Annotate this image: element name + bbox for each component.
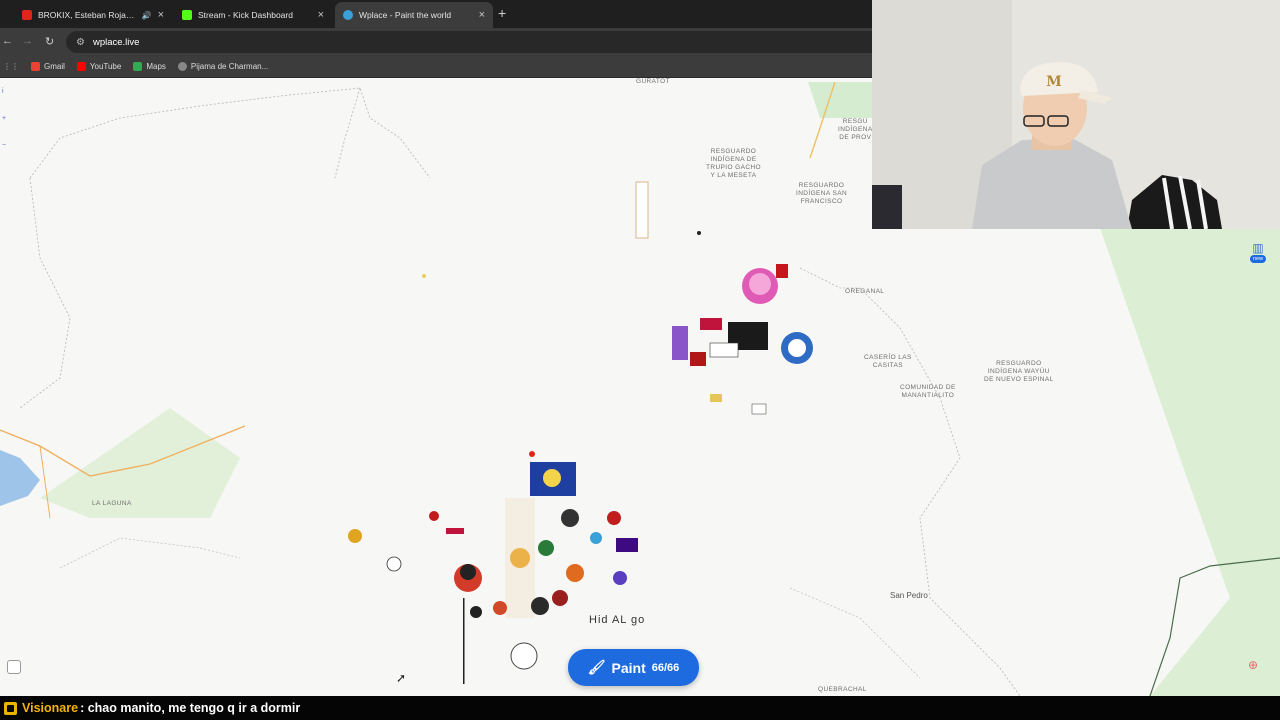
minus-icon[interactable]: − (2, 142, 10, 149)
bookmark-label: Pijama de Charman... (190, 62, 269, 71)
left-edge-tools: i + − (0, 88, 10, 169)
pixel-art-tower (635, 181, 649, 239)
address-bar[interactable]: ⚙ wplace.live (66, 31, 872, 53)
gmail-icon (31, 62, 40, 71)
bookmarks-bar: ⋮⋮ Gmail YouTube Maps Pijama de Charman.… (0, 56, 872, 78)
forward-icon[interactable]: → (22, 35, 33, 47)
boundary-line (799, 267, 860, 289)
bookmark-maps[interactable]: Maps (133, 62, 166, 71)
place-label-la-laguna: LA LAGUNA (92, 500, 132, 507)
park-area (808, 82, 872, 118)
webcam-overlay: M (872, 0, 1280, 229)
tab-label: Stream - Kick Dashboard (198, 10, 293, 20)
paint-label: Paint (611, 659, 646, 676)
paint-charges: 66/66 (651, 661, 680, 674)
kick-favicon-icon (182, 10, 192, 20)
url-text: wplace.live (92, 36, 140, 48)
chat-username: Visionare (22, 701, 79, 715)
place-label-las-casitas: CASERÍO LAS CASITAS (864, 354, 912, 369)
close-tab-icon[interactable]: × (479, 9, 485, 21)
boundary-line (29, 87, 431, 179)
bookmark-label: Maps (146, 62, 166, 71)
boundary-line (59, 537, 241, 569)
place-label-oreganal: OREGANAL (845, 288, 885, 295)
new-tab-icon[interactable]: + (498, 6, 506, 20)
brush-icon: 🖌 (587, 659, 606, 675)
wplace-favicon-icon (343, 10, 353, 20)
site-info-icon[interactable]: ⚙ (76, 37, 85, 48)
screen: BROKIX, Esteban Rojas, Feid 🔊 × Stream -… (0, 0, 1280, 720)
leaderboard-button[interactable]: ▥ new (1246, 242, 1270, 266)
tab-wplace[interactable]: Wplace - Paint the world × (335, 2, 493, 28)
bookmark-label: Gmail (44, 62, 65, 71)
bookmark-pijama[interactable]: Pijama de Charman... (177, 62, 269, 71)
boundary-line (19, 177, 71, 409)
stream-chat-overlay: Visionare : chao manito, me tengo q ir a… (0, 696, 1280, 720)
layers-icon[interactable] (7, 660, 21, 674)
new-badge: new (1249, 255, 1267, 263)
boundary-line (334, 87, 361, 179)
park-area (1100, 228, 1280, 696)
chat-badge-icon (4, 701, 17, 715)
place-label-guratot: GURATOT (636, 78, 670, 85)
browser-tab-bar: BROKIX, Esteban Rojas, Feid 🔊 × Stream -… (0, 0, 872, 28)
tab-kick-dashboard[interactable]: Stream - Kick Dashboard × (174, 2, 332, 28)
place-label-manantialito: COMUNIDAD DE MANANTIALITO (900, 384, 956, 399)
pixel-art-caption: Hid AL go (589, 614, 646, 626)
boundary-line (789, 587, 921, 679)
link-icon (177, 62, 187, 71)
browser-toolbar: ← → ↻ ⚙ wplace.live (0, 28, 872, 56)
close-tab-icon[interactable]: × (318, 9, 324, 21)
youtube-favicon-icon (22, 10, 32, 20)
bookmark-label: YouTube (89, 62, 122, 71)
maps-icon (133, 62, 143, 71)
bookmark-youtube[interactable]: YouTube (76, 62, 122, 71)
reload-icon[interactable]: ↻ (45, 35, 54, 48)
plus-icon[interactable]: + (2, 115, 10, 122)
info-icon[interactable]: i (2, 88, 10, 95)
place-label-nuevo-espinal: RESGUARDO INDÍGENA WAYÚU DE NUEVO ESPINAL (984, 360, 1054, 383)
park-area (40, 408, 240, 518)
place-label-provincial: RESGU INDÍGENA DE PROV (838, 118, 873, 141)
tab-label: BROKIX, Esteban Rojas, Feid (38, 10, 138, 20)
speaker-icon[interactable]: 🔊 (142, 11, 152, 20)
chat-message: : chao manito, me tengo q ir a dormir (80, 701, 301, 715)
bar-chart-icon: ▥ (1252, 241, 1264, 255)
bookmark-gmail[interactable]: Gmail (31, 62, 65, 71)
place-label-quebrachal: QUEBRACHAL (818, 686, 867, 693)
webcam-scene: M (872, 0, 1280, 229)
mouse-cursor-icon: ➚ (396, 671, 407, 685)
svg-text:M: M (1046, 74, 1062, 90)
lake-water (0, 450, 40, 506)
place-label-san-francisco: RESGUARDO INDÍGENA SAN FRANCISCO (796, 182, 848, 205)
close-tab-icon[interactable]: × (158, 9, 164, 21)
boundary-line (859, 287, 1021, 696)
apps-icon[interactable]: ⋮⋮ (3, 62, 19, 71)
road-line (39, 445, 51, 519)
locate-icon[interactable]: ⊕ (1244, 658, 1262, 676)
back-icon[interactable]: ← (2, 35, 13, 47)
tab-youtube[interactable]: BROKIX, Esteban Rojas, Feid 🔊 × (14, 2, 172, 28)
place-label-trupio-gacho: RESGUARDO INDÍGENA DE TRUPIO GACHO Y LA MES… (706, 148, 761, 179)
paint-button[interactable]: 🖌 Paint 66/66 (568, 649, 699, 686)
place-label-san-pedro: San Pedro (890, 591, 928, 600)
tab-label: Wplace - Paint the world (359, 10, 452, 20)
youtube-icon (76, 62, 86, 71)
pixel-art-cluster-north (672, 264, 813, 415)
